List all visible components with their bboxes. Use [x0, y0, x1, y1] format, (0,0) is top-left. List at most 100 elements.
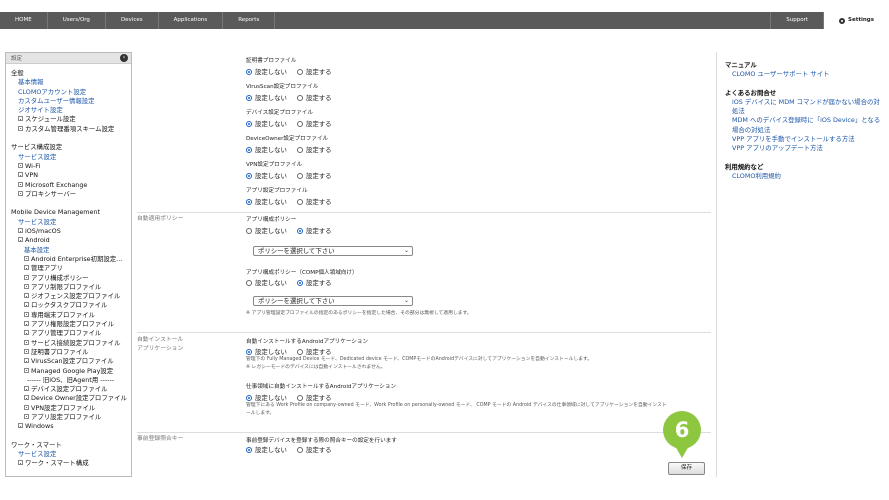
sidebar-item-workstyle-config[interactable]: ワーク・スマート構成: [11, 459, 131, 468]
radio-auto-install-off[interactable]: 設定しない: [246, 347, 287, 356]
section-divider: [137, 212, 711, 213]
help-link-faq-1[interactable]: iOS デバイスに MDM コマンドが届かない場合の対処法: [725, 98, 885, 117]
sidebar-item-android-2[interactable]: アプリ構成ポリシー: [11, 274, 131, 283]
sidebar-item-wifi[interactable]: Wi-Fi: [11, 162, 131, 171]
sidebar-item-android-3[interactable]: アプリ制限プロファイル: [11, 283, 131, 292]
expand-icon: [24, 339, 29, 345]
step-marker-pointer: [675, 446, 689, 458]
note-auto-install-1: 管理下の Fully Managed Device モード、Dedicated …: [246, 357, 593, 362]
sidebar-item-android-6[interactable]: 専用端末プロファイル: [11, 311, 131, 320]
radio-profile-on[interactable]: 設定する: [296, 119, 332, 128]
settings-sidebar: 設定 ‹ 全般 基本情報 CLOMOアカウント設定 カスタムユーザー情報設定 ジ…: [5, 52, 132, 477]
nav-tab-support[interactable]: Support: [770, 12, 823, 29]
help-link-faq-4[interactable]: VPP アプリのアップデート方法: [725, 144, 885, 153]
help-link-faq-3[interactable]: VPP アプリを手動でインストールする方法: [725, 135, 885, 144]
sidebar-item-android-0[interactable]: Android Enterprise初期設定...: [11, 255, 131, 264]
sidebar-title: 設定: [11, 56, 23, 62]
sidebar-item-android-9[interactable]: サービス接続設定プロファイル: [11, 339, 131, 348]
field-label-profile: VPN設定プロファイル: [246, 162, 303, 168]
radio-group-profile: 設定しない 設定する: [246, 119, 342, 128]
sidebar-link-android-basic[interactable]: 基本設定: [11, 246, 131, 255]
sidebar-item-android-11[interactable]: VirusScan設定プロファイル: [11, 357, 131, 366]
radio-app-config-comp-on[interactable]: 設定する: [296, 278, 332, 287]
sidebar-item-legacy-1[interactable]: Device Owner設定プロファイル: [11, 394, 131, 403]
radio-preregistration-on[interactable]: 設定する: [296, 445, 332, 454]
radio-profile-off[interactable]: 設定しない: [246, 119, 287, 128]
radio-auto-install-on[interactable]: 設定する: [296, 347, 332, 356]
radio-profile-off[interactable]: 設定しない: [246, 145, 287, 154]
help-link-terms[interactable]: CLOMO利用規約: [725, 172, 885, 181]
radio-app-config-comp-off[interactable]: 設定しない: [246, 278, 287, 287]
sidebar-link-custom-user-info[interactable]: カスタムユーザー情報設定: [11, 97, 131, 106]
sidebar-item-custom-scheme[interactable]: カスタム管理番項スキーム設定: [11, 125, 131, 134]
sidebar-link-mdm-service[interactable]: サービス設定: [11, 218, 131, 227]
section-label-preregistration: 事前登録照合キー: [137, 436, 184, 442]
sidebar-item-android-7[interactable]: アプリ権限設定プロファイル: [11, 320, 131, 329]
radio-profile-on[interactable]: 設定する: [296, 93, 332, 102]
nav-tab-settings[interactable]: Settings: [823, 12, 889, 29]
note-work-install-2: ールします。: [246, 411, 275, 416]
sidebar-link-service-settings[interactable]: サービス設定: [11, 153, 131, 162]
radio-work-install-on[interactable]: 設定する: [296, 393, 332, 402]
section-label-auto-install: 自動インストール アプリケーション: [137, 337, 184, 352]
nav-tab-reports[interactable]: Reports: [223, 12, 276, 29]
sidebar-item-exchange[interactable]: Microsoft Exchange: [11, 181, 131, 190]
expand-icon: [24, 255, 29, 261]
sidebar-item-ios-macos[interactable]: iOS/macOS: [11, 227, 131, 236]
sidebar-item-android-10[interactable]: 証明書プロファイル: [11, 348, 131, 357]
radio-preregistration-off[interactable]: 設定しない: [246, 445, 287, 454]
help-link-faq-2[interactable]: MDM へのデバイス登録時に「iOS Device」となる場合の対処法: [725, 116, 885, 135]
radio-group-preregistration: 設定しない 設定する: [246, 445, 342, 454]
radio-profile-off[interactable]: 設定しない: [246, 67, 287, 76]
gear-icon: [839, 17, 846, 24]
select-app-config-policy-comp[interactable]: ポリシーを選択して下さい ⌄: [253, 296, 413, 306]
sidebar-item-schedule[interactable]: スケジュール設定: [11, 115, 131, 124]
section-divider: [137, 332, 711, 333]
radio-profile-on[interactable]: 設定する: [296, 197, 332, 206]
sidebar-section-workstyle: ワーク・スマート: [11, 440, 62, 449]
sidebar-item-android-8[interactable]: アプリ管理プロファイル: [11, 329, 131, 338]
radio-profile-off[interactable]: 設定しない: [246, 93, 287, 102]
expand-icon: [24, 302, 29, 308]
expand-icon: [24, 386, 29, 392]
radio-group-app-config-policy-comp: 設定しない 設定する: [246, 278, 342, 287]
radio-group-profile: 設定しない 設定する: [246, 197, 342, 206]
sidebar-item-android-1[interactable]: 管理アプリ: [11, 264, 131, 273]
save-button[interactable]: 保存: [668, 462, 705, 475]
field-label-profile: DeviceOwner設定プロファイル: [246, 136, 329, 142]
radio-profile-on[interactable]: 設定する: [296, 67, 332, 76]
radio-profile-on[interactable]: 設定する: [296, 171, 332, 180]
sidebar-item-android-12[interactable]: Managed Google Play設定: [11, 367, 131, 376]
sidebar-item-android[interactable]: Android: [11, 236, 131, 245]
sidebar-link-basic-info[interactable]: 基本情報: [11, 78, 131, 87]
radio-app-config-off[interactable]: 設定しない: [246, 226, 287, 235]
nav-tab-devices[interactable]: Devices: [106, 12, 159, 29]
radio-profile-off[interactable]: 設定しない: [246, 197, 287, 206]
select-app-config-policy[interactable]: ポリシーを選択して下さい ⌄: [253, 246, 413, 256]
field-label-preregistration-key: 事前登録デバイスを登録する際の照合キーの設定を行います: [246, 438, 397, 444]
nav-tab-users-org[interactable]: Users/Org: [48, 12, 106, 29]
nav-tab-home[interactable]: HOME: [0, 12, 48, 29]
note-auto-install-2: ※ レガシーモードのデバイスには自動インストールされません。: [246, 365, 386, 370]
help-link-support-site[interactable]: CLOMO ユーザーサポート サイト: [725, 70, 885, 79]
nav-tab-applications[interactable]: Applications: [159, 12, 224, 29]
radio-profile-on[interactable]: 設定する: [296, 145, 332, 154]
expand-icon: [24, 283, 29, 289]
collapse-left-icon[interactable]: ‹: [120, 54, 128, 62]
sidebar-item-android-5[interactable]: ロックタスクプロファイル: [11, 301, 131, 310]
sidebar-item-vpn[interactable]: VPN: [11, 171, 131, 180]
expand-icon: [18, 125, 23, 131]
sidebar-item-windows[interactable]: Windows: [11, 422, 131, 431]
radio-app-config-on[interactable]: 設定する: [296, 226, 332, 235]
nav-tab-settings-label: Settings: [848, 17, 874, 23]
radio-profile-off[interactable]: 設定しない: [246, 171, 287, 180]
sidebar-link-clomo-account[interactable]: CLOMOアカウント設定: [11, 88, 131, 97]
radio-group-profile: 設定しない 設定する: [246, 145, 342, 154]
sidebar-header: 設定 ‹: [6, 53, 131, 64]
sidebar-item-legacy-2[interactable]: VPN設定プロファイル: [11, 404, 131, 413]
sidebar-item-proxy[interactable]: プロキシサーバー: [11, 190, 131, 199]
field-label-profile: アプリ設定プロファイル: [246, 188, 308, 194]
sidebar-item-legacy-3[interactable]: アプリ設定プロファイル: [11, 413, 131, 422]
sidebar-item-legacy-0[interactable]: デバイス設定プロファイル: [11, 385, 131, 394]
radio-work-install-off[interactable]: 設定しない: [246, 393, 287, 402]
